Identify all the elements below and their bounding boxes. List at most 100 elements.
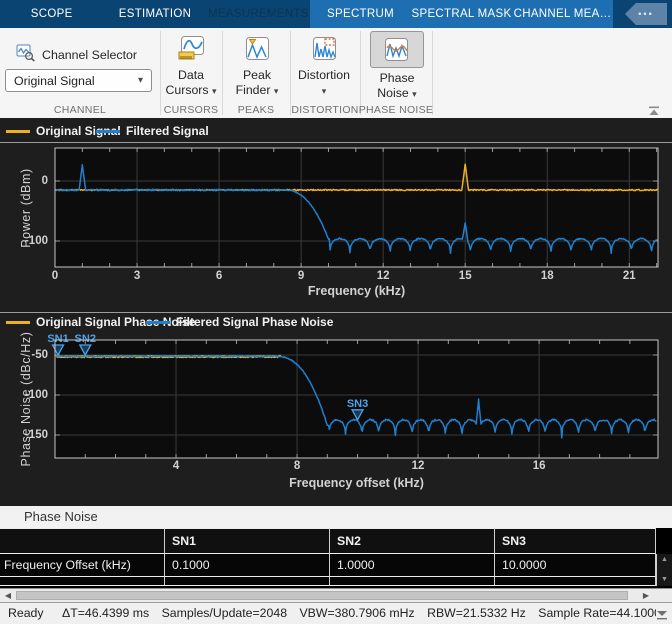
scroll-down-icon[interactable]: ▼ [657,576,672,584]
x-tick-label: 15 [459,270,472,282]
group-label-channel: CHANNEL [54,104,106,116]
x-tick-label: 0 [52,270,58,282]
phase-noise-button-line2[interactable]: Noise ▾ [377,86,416,100]
peak-finder-icon[interactable] [244,35,271,62]
x-tick-label: 12 [412,460,425,472]
status-rbw: RBW=21.5332 Hz [427,606,526,620]
data-cursors-icon[interactable] [178,35,205,62]
tab-group-right: SPECTRUM SPECTRAL MASK CHANNEL MEA… [310,0,613,28]
table-col-header-sn3: SN3 [495,528,656,554]
spectrum-analyzer-window: SCOPE ESTIMATION MEASUREMENTS SPECTRUM S… [0,0,672,624]
table-row-partial [0,577,165,586]
collapse-ribbon-icon[interactable] [646,104,662,116]
table-cell-sn3-offset[interactable]: 10.0000 [495,554,656,577]
y-axis-label: Phase Noise (dBc/Hz) [19,332,33,467]
phase-noise-button-label[interactable]: Phase [380,71,415,85]
table-row-label: Frequency Offset (kHz) [0,554,165,577]
x-tick-label: 18 [541,270,554,282]
x-tick-label: 3 [134,270,140,282]
tab-spectral-mask[interactable]: SPECTRAL MASK [411,0,512,28]
more-tabs-button[interactable]: ••• [625,3,667,25]
channel-dropdown-value: Original Signal [14,74,138,88]
channel-selector-icon[interactable] [16,44,36,67]
tab-bar-corner: ••• [613,0,672,28]
legend-label: Filtered Signal Phase Noise [176,315,333,329]
status-measurements: ΔT=46.4399 ms Samples/Update=2048 VBW=38… [62,606,656,620]
scroll-up-icon[interactable]: ▲ [657,556,672,564]
data-cursors-button-line2[interactable]: Cursors ▾ [166,83,217,97]
x-tick-label: 9 [298,270,304,282]
x-tick-label: 16 [533,460,546,472]
group-separator [360,31,361,115]
phase-noise-panel-title: Phase Noise [0,506,672,528]
chevron-down-icon: ▾ [274,86,279,96]
x-axis-label: Frequency (kHz) [308,284,405,298]
group-separator [222,31,223,115]
status-samples-update: Samples/Update=2048 [162,606,287,620]
scroll-right-icon[interactable]: ▶ [640,590,652,601]
channel-selector-label[interactable]: Channel Selector [42,48,137,62]
chevron-down-icon: ▾ [322,86,327,96]
table-cell-sn1-offset[interactable]: 0.1000 [165,554,330,577]
status-expand-icon[interactable] [656,608,668,623]
x-tick-label: 8 [294,460,300,472]
status-vbw: VBW=380.7906 mHz [299,606,414,620]
peak-finder-button[interactable]: Peak [243,68,271,82]
group-label-peaks: PEAKS [238,104,275,116]
chevron-down-icon: ▾ [412,89,417,99]
phase-noise-chart-legend: Original Signal Phase NoiseFiltered Sign… [0,313,672,331]
table-row-partial [165,577,330,586]
tab-estimation[interactable]: ESTIMATION [103,0,206,28]
tab-spectrum[interactable]: SPECTRUM [310,0,411,28]
group-label-phase-noise: PHASE NOISE [359,104,434,116]
phase-noise-table: SN1 SN2 SN3 Frequency Offset (kHz) 0.100… [0,528,672,588]
peak-finder-button-line2[interactable]: Finder ▾ [236,83,279,97]
status-ready: Ready [8,606,44,620]
status-bar: Ready ΔT=46.4399 ms Samples/Update=2048 … [0,602,672,624]
horizontal-scroll-thumb[interactable] [16,591,628,600]
power-chart-legend: Original SignalFiltered Signal [0,122,672,140]
legend-line-swatch [6,130,30,133]
table-row-partial [495,577,656,586]
x-axis-label: Frequency offset (kHz) [289,476,424,490]
scroll-left-icon[interactable]: ◀ [2,590,14,601]
legend-line-swatch [96,130,120,133]
group-label-cursors: CURSORS [164,104,219,116]
table-col-header-sn2: SN2 [330,528,495,554]
distortion-icon[interactable] [311,35,338,62]
phase-noise-icon[interactable] [383,36,410,63]
x-tick-label: 21 [623,270,636,282]
legend-item-filtered-signal-phase-noise[interactable]: Filtered Signal Phase Noise [146,313,333,331]
y-tick-label: -50 [31,349,48,361]
group-separator [432,31,433,115]
data-cursors-button[interactable]: Data [178,68,204,82]
legend-label: Filtered Signal [126,124,209,138]
table-col-header [0,528,165,554]
legend-line-swatch [6,321,30,324]
distortion-button[interactable]: Distortion [298,68,350,82]
status-sample-rate: Sample Rate=44.1000 kHz [538,606,656,620]
y-tick-label: 0 [42,175,48,187]
tab-group-left: SCOPE ESTIMATION MEASUREMENTS [0,0,310,28]
distortion-button-arrow[interactable]: ▾ [322,83,327,97]
channel-dropdown[interactable]: Original Signal ▾ [5,69,152,92]
dropdown-caret-icon: ▾ [138,75,143,86]
table-horizontal-scrollbar[interactable]: ◀ ▶ [0,588,672,602]
tab-channel-measurements[interactable]: CHANNEL MEA… [512,0,613,28]
y-axis-label: Power (dBm) [19,168,33,248]
tab-scope[interactable]: SCOPE [0,0,103,28]
status-delta-t: ΔT=46.4399 ms [62,606,149,620]
table-vertical-scrollbar[interactable]: ▲ ▼ [656,554,672,586]
table-col-header-sn1: SN1 [165,528,330,554]
group-label-distortion: DISTORTION [291,104,358,116]
group-separator [160,31,161,115]
x-tick-label: 6 [216,270,222,282]
tab-bar: SCOPE ESTIMATION MEASUREMENTS SPECTRUM S… [0,0,672,28]
separator-line [0,142,672,143]
table-cell-sn2-offset[interactable]: 1.0000 [330,554,495,577]
legend-item-filtered-signal[interactable]: Filtered Signal [96,122,209,140]
legend-line-swatch [146,321,170,324]
tab-measurements[interactable]: MEASUREMENTS [207,0,310,28]
group-separator [290,31,291,115]
table-row-partial [330,577,495,586]
